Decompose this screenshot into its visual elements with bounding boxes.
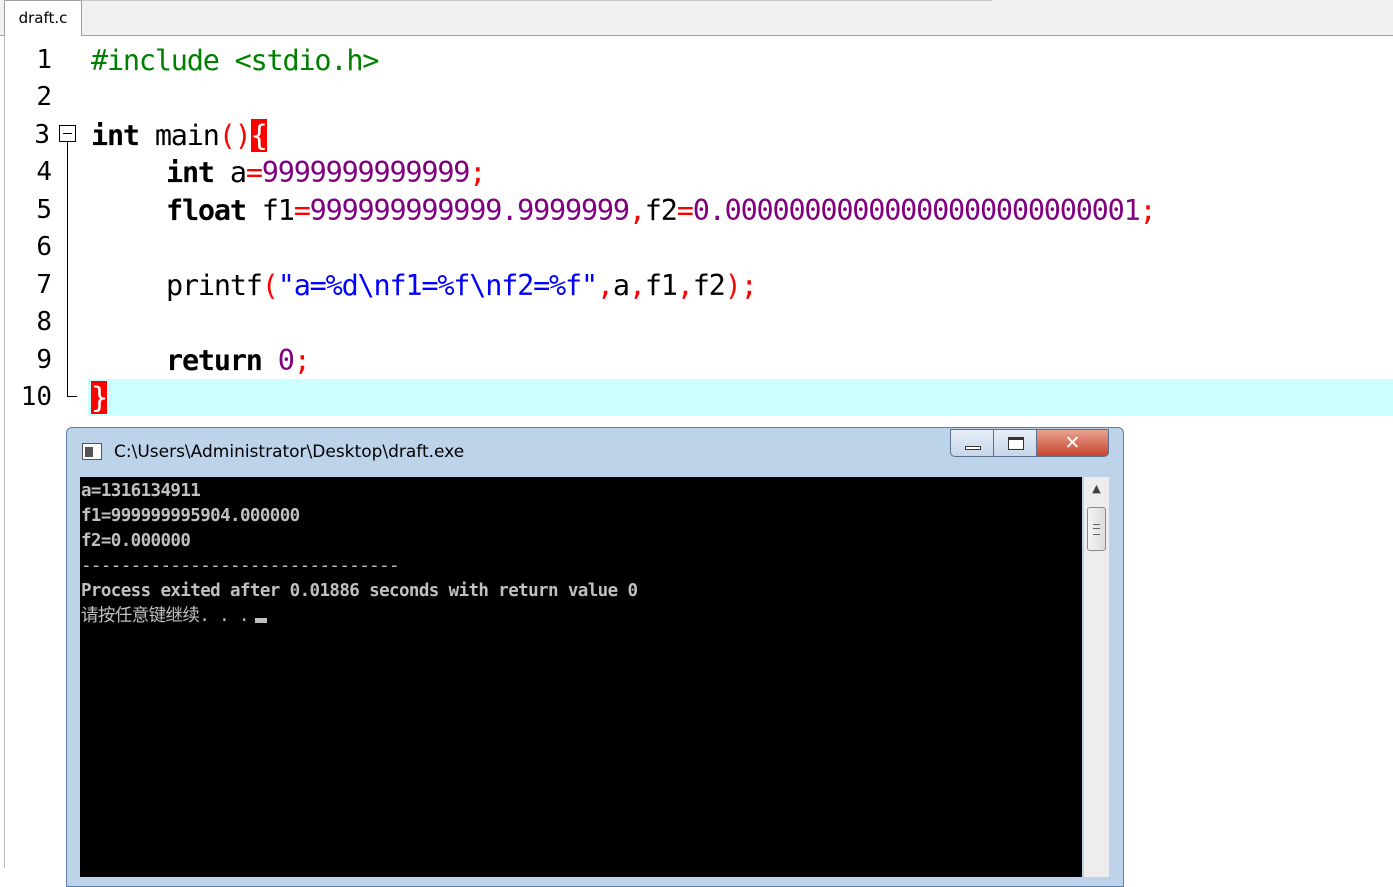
fold-minus-glyph	[63, 133, 72, 134]
semicolon: ;	[293, 344, 311, 377]
parens: ()	[218, 119, 252, 152]
keyword-return: return	[166, 344, 263, 377]
code-line-7[interactable]: printf("a=%d\nf1=%f\nf2=%f",a,f1,f2);	[166, 267, 758, 304]
keyword-int: int	[166, 156, 215, 189]
line-number: 1	[36, 45, 52, 75]
line-number: 9	[36, 345, 52, 375]
tab-draft-c[interactable]: draft.c	[4, 0, 82, 36]
close-button[interactable]: ✕	[1036, 429, 1109, 457]
comma: ,	[676, 269, 694, 302]
press-any-key-text: 请按任意键继续. . .	[81, 606, 250, 626]
console-separator: --------------------------------	[81, 556, 400, 576]
assign-op: =	[245, 156, 263, 189]
line-number: 10	[20, 382, 52, 412]
console-scrollbar[interactable]: ▲	[1083, 477, 1109, 877]
console-output-line: f1=999999995904.000000	[81, 506, 300, 526]
semicolon: ;	[1139, 194, 1157, 227]
semicolon: ;	[469, 156, 486, 189]
function-name: main	[138, 119, 220, 152]
arg-f2: f2	[692, 269, 726, 302]
current-line-highlight	[88, 379, 1393, 416]
scroll-grip-icon	[1093, 524, 1100, 535]
fold-end-marker	[67, 396, 77, 397]
arg-a: a	[612, 269, 630, 302]
code-line-1[interactable]: #include <stdio.h>	[91, 42, 379, 79]
code-line-5[interactable]: float f1=999999999999.9999999,f2=0.00000…	[166, 192, 1157, 229]
variable-f1: f1	[245, 194, 295, 227]
open-brace-highlight: {	[250, 119, 268, 152]
maximize-icon	[1008, 437, 1024, 450]
console-window[interactable]: C:\Users\Administrator\Desktop\draft.exe…	[66, 427, 1124, 887]
console-titlebar[interactable]: C:\Users\Administrator\Desktop\draft.exe…	[67, 428, 1123, 476]
close-brace-highlight: }	[91, 381, 108, 414]
console-prompt-line: 请按任意键继续. . .	[81, 604, 267, 629]
keyword-float: float	[166, 194, 247, 227]
text-cursor	[254, 618, 267, 623]
string-literal: "a=%d\nf1=%f\nf2=%f"	[277, 269, 598, 302]
comma: ,	[628, 194, 646, 227]
line-number: 3	[34, 120, 50, 150]
arg-f1: f1	[644, 269, 678, 302]
line-number: 5	[36, 195, 52, 225]
close-paren-semicolon: );	[724, 269, 758, 302]
console-title: C:\Users\Administrator\Desktop\draft.exe	[114, 442, 465, 462]
console-output-line: f2=0.000000	[81, 531, 191, 551]
variable-a: a	[213, 156, 247, 189]
assign-op: =	[676, 194, 694, 227]
line-number: 2	[36, 82, 52, 112]
code-line-3[interactable]: int main(){	[91, 117, 268, 154]
comma: ,	[596, 269, 614, 302]
open-paren: (	[261, 269, 279, 302]
line-number: 6	[36, 232, 52, 262]
code-line-4[interactable]: int a=9999999999999;	[166, 154, 486, 191]
line-number: 4	[36, 157, 52, 187]
tab-bar-divider	[82, 0, 992, 1]
variable-f2: f2	[644, 194, 678, 227]
minimize-icon	[965, 446, 981, 450]
line-number: 7	[36, 270, 52, 300]
console-output-line: Process exited after 0.01886 seconds wit…	[81, 581, 638, 601]
scroll-up-arrow-icon[interactable]: ▲	[1084, 477, 1109, 501]
number-literal: 9999999999999	[261, 156, 471, 189]
comma: ,	[628, 269, 646, 302]
function-printf: printf	[166, 269, 263, 302]
close-icon: ✕	[1064, 432, 1081, 454]
tab-bar: draft.c	[0, 0, 1393, 36]
maximize-button[interactable]	[993, 429, 1037, 457]
code-line-9[interactable]: return 0;	[166, 342, 311, 379]
fold-guide-line	[67, 142, 68, 396]
code-line-10[interactable]: }	[91, 379, 108, 416]
console-app-icon	[82, 443, 102, 460]
assign-op: =	[293, 194, 311, 227]
number-literal: 0.00000000000000000000000001	[692, 194, 1141, 227]
minimize-button[interactable]	[950, 429, 994, 457]
console-output-line: a=1316134911	[81, 481, 201, 501]
number-literal: 999999999999.9999999	[309, 194, 630, 227]
preprocessor-directive: #include <stdio.h>	[91, 44, 379, 77]
number-literal: 0	[277, 344, 295, 377]
keyword-int: int	[91, 119, 140, 152]
scroll-thumb[interactable]	[1087, 507, 1106, 551]
fold-collapse-icon[interactable]	[59, 125, 76, 142]
console-output-area[interactable]: a=1316134911 f1=999999995904.000000 f2=0…	[80, 477, 1082, 877]
line-number: 8	[36, 307, 52, 337]
